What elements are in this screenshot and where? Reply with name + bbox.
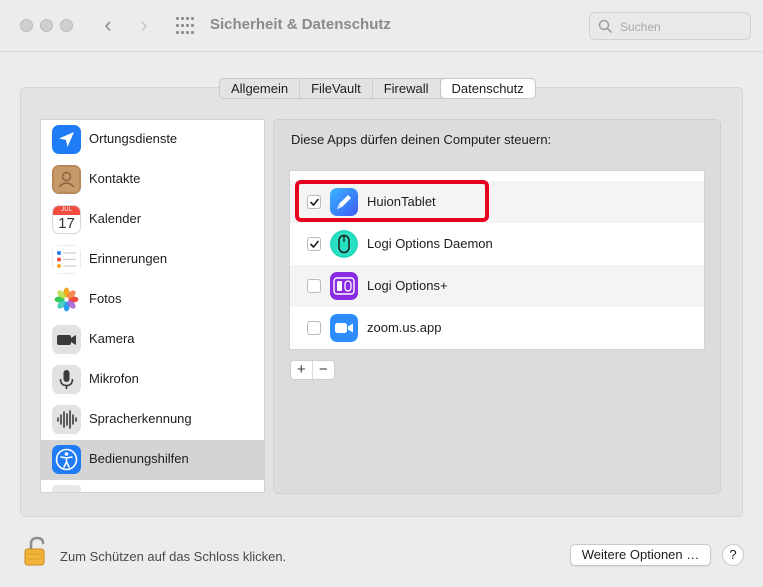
camera-icon [52, 325, 81, 354]
window-title: Sicherheit & Datenschutz [210, 16, 391, 33]
tab-filevault[interactable]: FileVault [300, 79, 373, 98]
sidebar-item-ortungsdienste[interactable]: Ortungsdienste [41, 120, 264, 160]
calendar-day: 17 [58, 215, 75, 232]
location-arrow-icon [52, 125, 81, 154]
close-window-button[interactable] [20, 19, 33, 32]
show-all-grid-icon[interactable] [176, 17, 195, 36]
app-row-logi-options-plus[interactable]: Logi Options+ [290, 265, 704, 307]
partial-next-item-icon [52, 485, 81, 492]
app-checkbox-zoom[interactable] [307, 321, 321, 335]
minimize-window-button[interactable] [40, 19, 53, 32]
help-button[interactable]: ? [722, 544, 744, 566]
photos-icon [52, 285, 81, 314]
contacts-icon [52, 165, 81, 194]
search-field[interactable] [589, 12, 751, 40]
microphone-icon [52, 365, 81, 394]
tab-firewall[interactable]: Firewall [373, 79, 441, 98]
add-app-button[interactable]: + [291, 361, 313, 379]
app-row-zoom[interactable]: zoom.us.app [290, 307, 704, 349]
waveform-icon [52, 405, 81, 434]
app-checkbox-logi-options-daemon[interactable] [307, 237, 321, 251]
tab-bar: Allgemein FileVault Firewall Datenschutz [219, 78, 536, 99]
sidebar-item-label: Kontakte [89, 171, 141, 186]
search-icon [598, 19, 612, 33]
accessibility-icon [52, 445, 81, 474]
app-name: Logi Options Daemon [367, 236, 493, 251]
sidebar-item-kontakte[interactable]: Kontakte [41, 160, 264, 200]
app-name: HuionTablet [367, 194, 436, 209]
tab-datenschutz[interactable]: Datenschutz [440, 79, 535, 98]
reminders-icon [52, 245, 81, 274]
huion-pen-icon [330, 188, 358, 216]
app-checkbox-huiontablet[interactable] [307, 195, 321, 209]
tab-allgemein[interactable]: Allgemein [220, 79, 301, 98]
sidebar-item-label: Ortungsdienste [89, 131, 178, 146]
logi-options-plus-icon [330, 272, 358, 300]
sidebar-item-label: Spracherkennung [89, 411, 192, 426]
sidebar-item-label: Kalender [89, 211, 142, 226]
panel-heading: Diese Apps dürfen deinen Computer steuer… [291, 132, 552, 147]
calendar-month: JUL [53, 206, 80, 215]
logi-mouse-icon [330, 230, 358, 258]
lock-icon[interactable] [24, 535, 50, 567]
sidebar-item-fotos[interactable]: Fotos [41, 280, 264, 320]
app-name: Logi Options+ [367, 278, 448, 293]
more-options-button[interactable]: Weitere Optionen … [570, 544, 711, 566]
app-name: zoom.us.app [367, 320, 442, 335]
sidebar-item-label: Erinnerungen [89, 251, 168, 266]
sidebar-item-kalender[interactable]: JUL 17 Kalender [41, 200, 264, 240]
sidebar-item-erinnerungen[interactable]: Erinnerungen [41, 240, 264, 280]
sidebar-item-label: Mikrofon [89, 371, 139, 386]
app-row-huiontablet[interactable]: HuionTablet [290, 181, 704, 223]
add-remove-control: + − [290, 360, 335, 380]
remove-app-button[interactable]: − [313, 361, 334, 379]
sidebar-item-bedienungshilfen[interactable]: Bedienungshilfen [41, 440, 264, 480]
zoom-camera-icon [330, 314, 358, 342]
title-bar: ‹ › Sicherheit & Datenschutz [0, 0, 763, 52]
lock-hint-text: Zum Schützen auf das Schloss klicken. [60, 549, 287, 564]
calendar-icon: JUL 17 [52, 205, 81, 234]
sidebar-item-label: Bedienungshilfen [89, 451, 189, 466]
sidebar-item-kamera[interactable]: Kamera [41, 320, 264, 360]
sidebar-item-spracherkennung[interactable]: Spracherkennung [41, 400, 264, 440]
search-input[interactable] [620, 18, 740, 35]
sidebar-item-mikrofon[interactable]: Mikrofon [41, 360, 264, 400]
app-checkbox-logi-options-plus[interactable] [307, 279, 321, 293]
app-row-logi-options-daemon[interactable]: Logi Options Daemon [290, 223, 704, 265]
sidebar-item-label: Kamera [89, 331, 135, 346]
app-list[interactable]: HuionTablet Logi Options Daemon Logi Opt… [289, 170, 705, 350]
back-button[interactable]: ‹ [98, 14, 118, 37]
forward-button[interactable]: › [134, 14, 154, 37]
zoom-window-button[interactable] [60, 19, 73, 32]
privacy-category-list[interactable]: Ortungsdienste Kontakte JUL 17 Kalender … [40, 119, 265, 493]
sidebar-item-label: Fotos [89, 291, 122, 306]
